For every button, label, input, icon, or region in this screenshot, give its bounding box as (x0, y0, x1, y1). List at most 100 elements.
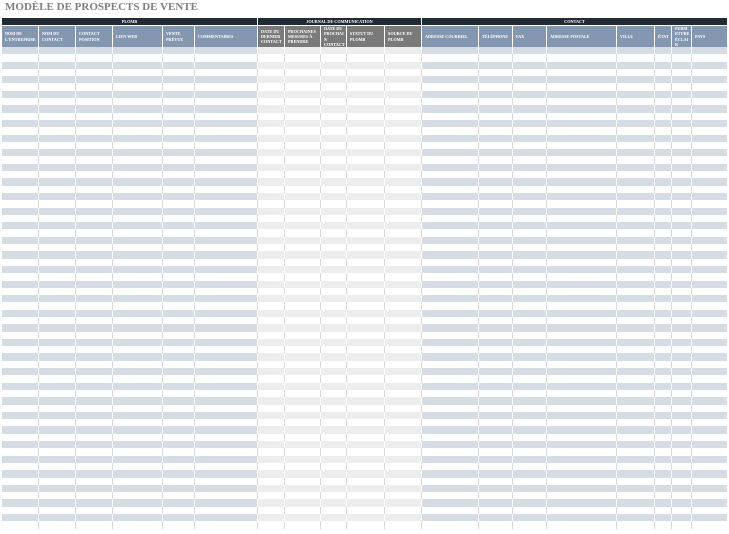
table-cell[interactable] (422, 514, 479, 522)
table-cell[interactable] (2, 360, 39, 369)
table-cell[interactable] (479, 171, 513, 179)
table-cell[interactable] (479, 54, 513, 62)
table-cell[interactable] (617, 127, 655, 135)
table-cell[interactable] (163, 492, 195, 500)
table-cell[interactable] (258, 324, 285, 332)
table-cell[interactable] (195, 506, 258, 514)
table-cell[interactable] (76, 54, 113, 62)
table-cell[interactable] (617, 360, 655, 369)
table-cell[interactable] (2, 462, 39, 471)
table-cell[interactable] (422, 397, 479, 405)
table-cell[interactable] (385, 397, 422, 405)
table-cell[interactable] (195, 119, 258, 128)
table-cell[interactable] (39, 375, 76, 383)
table-cell[interactable] (672, 83, 692, 91)
table-cell[interactable] (513, 207, 547, 215)
table-cell[interactable] (692, 178, 727, 186)
table-cell[interactable] (547, 295, 617, 303)
table-cell[interactable] (347, 521, 385, 529)
table-cell[interactable] (113, 411, 163, 420)
table-cell[interactable] (2, 316, 39, 325)
table-cell[interactable] (479, 76, 513, 84)
table-cell[interactable] (76, 90, 113, 99)
table-cell[interactable] (655, 222, 672, 230)
table-cell[interactable] (163, 185, 195, 193)
table-cell[interactable] (258, 236, 285, 245)
table-cell[interactable] (76, 462, 113, 471)
table-cell[interactable] (76, 331, 113, 339)
table-cell[interactable] (76, 192, 113, 201)
table-cell[interactable] (285, 54, 321, 62)
table-cell[interactable] (163, 171, 195, 179)
table-cell[interactable] (479, 470, 513, 478)
table-cell[interactable] (76, 76, 113, 84)
table-cell[interactable] (547, 141, 617, 150)
table-cell[interactable] (163, 397, 195, 405)
table-cell[interactable] (2, 368, 39, 376)
table-cell[interactable] (2, 338, 39, 347)
table-cell[interactable] (321, 105, 347, 113)
table-cell[interactable] (76, 338, 113, 347)
table-cell[interactable] (39, 222, 76, 230)
table-cell[interactable] (385, 316, 422, 325)
table-cell[interactable] (385, 492, 422, 500)
table-cell[interactable] (692, 477, 727, 485)
table-cell[interactable] (76, 382, 113, 390)
table-cell[interactable] (655, 426, 672, 434)
table-cell[interactable] (39, 265, 76, 274)
table-cell[interactable] (422, 141, 479, 150)
table-cell[interactable] (285, 295, 321, 303)
table-cell[interactable] (672, 492, 692, 500)
table-cell[interactable] (321, 127, 347, 135)
table-cell[interactable] (655, 258, 672, 266)
table-cell[interactable] (258, 229, 285, 237)
table-cell[interactable] (655, 484, 672, 493)
table-cell[interactable] (195, 244, 258, 252)
table-cell[interactable] (672, 280, 692, 288)
table-cell[interactable] (76, 236, 113, 245)
table-cell[interactable] (547, 397, 617, 405)
table-cell[interactable] (195, 236, 258, 245)
table-cell[interactable] (113, 360, 163, 369)
table-cell[interactable] (347, 134, 385, 142)
table-cell[interactable] (385, 141, 422, 150)
table-cell[interactable] (513, 411, 547, 420)
table-cell[interactable] (113, 287, 163, 296)
table-cell[interactable] (195, 192, 258, 201)
table-cell[interactable] (617, 156, 655, 164)
table-cell[interactable] (195, 368, 258, 376)
table-cell[interactable] (692, 360, 727, 369)
table-cell[interactable] (692, 258, 727, 266)
table-cell[interactable] (422, 178, 479, 186)
table-cell[interactable] (76, 346, 113, 354)
table-cell[interactable] (321, 346, 347, 354)
table-cell[interactable] (385, 54, 422, 62)
table-cell[interactable] (672, 419, 692, 427)
table-cell[interactable] (113, 353, 163, 361)
table-cell[interactable] (163, 236, 195, 245)
table-cell[interactable] (385, 229, 422, 237)
table-cell[interactable] (617, 477, 655, 485)
table-cell[interactable] (655, 295, 672, 303)
table-cell[interactable] (2, 375, 39, 383)
table-cell[interactable] (39, 214, 76, 223)
table-cell[interactable] (76, 273, 113, 281)
table-cell[interactable] (76, 280, 113, 288)
table-cell[interactable] (672, 76, 692, 84)
table-cell[interactable] (692, 280, 727, 288)
table-cell[interactable] (655, 346, 672, 354)
table-cell[interactable] (547, 54, 617, 62)
table-cell[interactable] (2, 156, 39, 164)
table-cell[interactable] (655, 382, 672, 390)
table-cell[interactable] (2, 397, 39, 405)
table-cell[interactable] (195, 499, 258, 507)
table-cell[interactable] (479, 411, 513, 420)
table-cell[interactable] (285, 229, 321, 237)
table-cell[interactable] (321, 156, 347, 164)
table-cell[interactable] (692, 375, 727, 383)
table-cell[interactable] (385, 244, 422, 252)
table-cell[interactable] (258, 54, 285, 62)
table-cell[interactable] (285, 156, 321, 164)
table-cell[interactable] (422, 484, 479, 493)
table-cell[interactable] (422, 112, 479, 120)
